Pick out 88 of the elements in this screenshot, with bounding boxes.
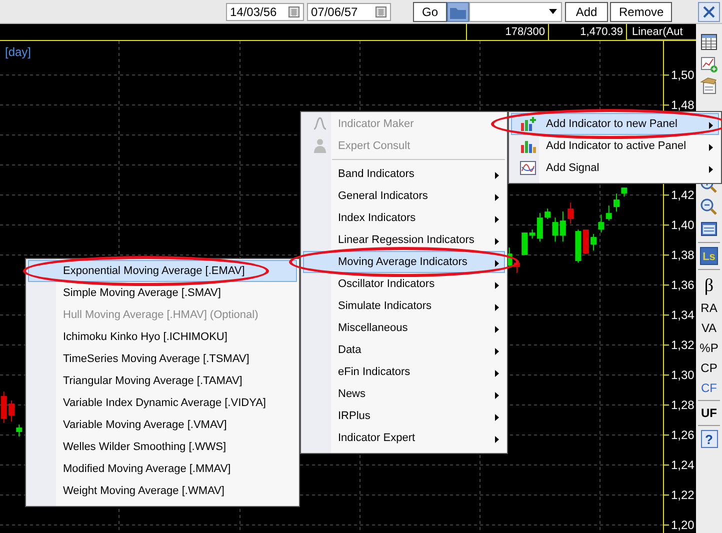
menu-item[interactable]: Welles Wilder Smoothing [.WWS]	[28, 436, 297, 458]
menu-item[interactable]: Add Signal	[511, 157, 719, 179]
submenu-arrow-icon	[495, 216, 499, 223]
toolbar-text-button[interactable]: VA	[700, 318, 718, 338]
y-tick-label: 1,36	[671, 278, 694, 292]
submenu-arrow-icon	[495, 414, 499, 421]
menu-item[interactable]: Oscillator Indicators	[303, 273, 505, 295]
submenu-arrow-icon	[495, 194, 499, 201]
y-tick-label: 1,28	[671, 398, 694, 412]
toolbar-text-button[interactable]: CP	[700, 358, 718, 378]
menu-item[interactable]: Index Indicators	[303, 207, 505, 229]
period-label: [day]	[5, 45, 32, 59]
menu-item[interactable]: IRPlus	[303, 405, 505, 427]
y-tick-label: 1,38	[671, 248, 694, 262]
submenu-arrow-icon	[709, 144, 713, 151]
submenu-arrow-icon	[495, 348, 499, 355]
submenu-arrow-icon	[495, 392, 499, 399]
menu-item[interactable]: Band Indicators	[303, 163, 505, 185]
submenu-arrow-icon	[495, 326, 499, 333]
y-tick-label: 1,26	[671, 428, 694, 442]
y-tick-label: 1,48	[671, 98, 694, 112]
submenu-arrow-icon	[709, 122, 713, 129]
panel-icon[interactable]	[700, 220, 718, 238]
y-tick-label: 1,30	[671, 368, 694, 382]
y-tick-label: 1,20	[671, 518, 694, 532]
candle	[16, 424, 22, 437]
submenu-arrow-icon	[495, 260, 499, 267]
y-tick-label: 1,42	[671, 188, 694, 202]
caret-icon	[549, 9, 558, 14]
menu-item[interactable]: General Indicators	[303, 185, 505, 207]
y-tick-label: 1,24	[671, 458, 694, 472]
menu-item[interactable]: Simulate Indicators	[303, 295, 505, 317]
submenu-arrow-icon	[495, 436, 499, 443]
submenu-arrow-icon	[495, 172, 499, 179]
bar-count: 178/300	[466, 24, 548, 40]
submenu-arrow-icon	[495, 282, 499, 289]
menu-item[interactable]: Data	[303, 339, 505, 361]
bar-chart-icon	[519, 115, 537, 133]
help-button[interactable]: ?	[700, 430, 718, 448]
candle	[614, 193, 620, 212]
close-button[interactable]	[698, 2, 720, 22]
y-tick-label: 1,50	[671, 68, 694, 82]
line-chart-icon	[519, 159, 537, 177]
submenu-arrow-icon	[495, 304, 499, 311]
menu-item[interactable]: News	[303, 383, 505, 405]
person-icon	[311, 137, 329, 155]
toolbar-text-button[interactable]: RA	[700, 298, 718, 318]
candle	[8, 400, 14, 422]
submenu-arrow-icon	[709, 166, 713, 173]
folder-icon[interactable]	[447, 2, 470, 22]
menu-item[interactable]: Miscellaneous	[303, 317, 505, 339]
menu-item[interactable]: Variable Index Dynamic Average [.VIDYA]	[28, 392, 297, 414]
dropdown-field[interactable]	[469, 2, 562, 22]
menu-item[interactable]: Modified Moving Average [.MMAV]	[28, 458, 297, 480]
menu-item[interactable]: Add Indicator to active Panel	[511, 135, 719, 157]
y-tick-label: 1,32	[671, 338, 694, 352]
menu-item[interactable]: Indicator Expert	[303, 427, 505, 449]
candle	[568, 202, 574, 224]
menu-item[interactable]: Moving Average Indicators	[303, 251, 505, 273]
zoom-out-icon[interactable]	[700, 198, 718, 216]
remove-button[interactable]: Remove	[610, 2, 672, 22]
menu-item[interactable]: Linear Regession Indicators	[303, 229, 505, 251]
toolbar-text-button[interactable]: UF	[700, 403, 718, 423]
last-price: 1,470.39	[548, 24, 626, 40]
submenu-arrow-icon	[495, 238, 499, 245]
menu-item[interactable]: Exponential Moving Average [.EMAV]	[28, 260, 297, 282]
table-icon[interactable]	[700, 33, 718, 51]
go-button[interactable]: Go	[413, 2, 448, 22]
y-tick-label: 1,40	[671, 218, 694, 232]
menu-item[interactable]: Ichimoku Kinko Hyo [.ICHIMOKU]	[28, 326, 297, 348]
submenu-arrow-icon	[495, 370, 499, 377]
y-tick-label: 1,34	[671, 308, 694, 322]
menu-item[interactable]: Triangular Moving Average [.TAMAV]	[28, 370, 297, 392]
beta-button[interactable]: β	[703, 272, 715, 298]
toolbar-text-button[interactable]: %P	[698, 338, 720, 358]
toolbar-text-button[interactable]: CF	[700, 378, 718, 398]
chart-add-icon[interactable]	[700, 55, 718, 73]
y-tick-label: 1,22	[671, 488, 694, 502]
add-button[interactable]: Add	[565, 2, 608, 22]
menu-item[interactable]: TimeSeries Moving Average [.TSMAV]	[28, 348, 297, 370]
close-icon	[703, 6, 715, 18]
menu-item[interactable]: Add Indicator to new Panel	[511, 113, 719, 135]
menu-item[interactable]: Variable Moving Average [.VMAV]	[28, 414, 297, 436]
menu-item[interactable]: Weight Moving Average [.WMAV]	[28, 480, 297, 502]
menu-item[interactable]: eFin Indicators	[303, 361, 505, 383]
candle	[621, 187, 628, 198]
candle	[0, 391, 7, 424]
menu-item[interactable]: Simple Moving Average [.SMAV]	[28, 282, 297, 304]
